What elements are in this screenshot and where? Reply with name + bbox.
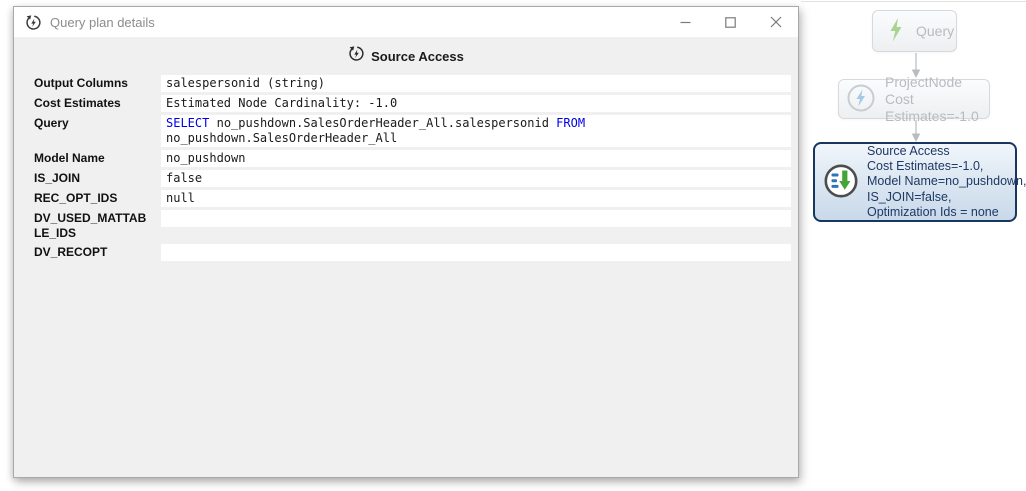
titlebar[interactable]: Query plan details: [14, 7, 798, 37]
maximize-button[interactable]: [708, 7, 753, 37]
node-detail: Optimization Ids = none: [867, 205, 1026, 220]
minimize-button[interactable]: [663, 7, 708, 37]
property-value: Estimated Node Cardinality: -1.0: [161, 95, 791, 112]
dialog-content: Source Access Output Columns salesperson…: [14, 37, 798, 261]
property-row: Output Columns salespersonid (string): [21, 75, 791, 92]
property-value: false: [161, 170, 791, 187]
query-plan-icon: [348, 45, 365, 67]
property-table: Output Columns salespersonid (string) Co…: [21, 75, 791, 261]
maximize-icon: [725, 17, 736, 28]
property-label: Output Columns: [21, 75, 161, 91]
property-row: IS_JOIN false: [21, 170, 791, 187]
property-value: no_pushdown: [161, 150, 791, 167]
node-detail: Cost Estimates=-1.0,: [867, 159, 1026, 174]
property-row: Cost Estimates Estimated Node Cardinalit…: [21, 95, 791, 112]
property-label: Cost Estimates: [21, 95, 161, 111]
property-row: DV_RECOPT: [21, 244, 791, 261]
window-title: Query plan details: [50, 15, 663, 30]
property-value: [161, 244, 791, 261]
property-value: null: [161, 190, 791, 207]
property-row: REC_OPT_IDS null: [21, 190, 791, 207]
property-label: DV_RECOPT: [21, 244, 161, 260]
table-download-circle-icon: [822, 162, 860, 203]
node-title: Source Access: [867, 144, 1026, 159]
property-value-sql: SELECT no_pushdown.SalesOrderHeader_All.…: [161, 115, 791, 147]
node-label: Query: [916, 23, 954, 39]
property-label: IS_JOIN: [21, 170, 161, 186]
node-detail: IS_JOIN=false,: [867, 190, 1026, 205]
query-plan-icon: [25, 14, 42, 31]
node-subtitle: Cost Estimates=-1.0: [885, 91, 989, 125]
property-label: Model Name: [21, 150, 161, 166]
property-row: Model Name no_pushdown: [21, 150, 791, 167]
lightning-bolt-blue-circle-icon: [846, 83, 876, 116]
panel-top-border: [801, 1, 1026, 2]
property-value: salespersonid (string): [161, 75, 791, 92]
header-title: Source Access: [371, 49, 464, 64]
close-button[interactable]: [753, 7, 798, 37]
query-plan-details-dialog: Query plan details: [13, 6, 799, 478]
diagram-node-query[interactable]: Query: [872, 10, 957, 52]
property-row: DV_USED_MATTABLE_IDS: [21, 210, 791, 241]
property-label: Query: [21, 115, 161, 131]
property-value: [161, 210, 791, 227]
lightning-bolt-green-icon: [885, 16, 907, 47]
connector-arrow: [910, 120, 922, 143]
node-detail: Model Name=no_pushdown,: [867, 174, 1026, 189]
property-label: REC_OPT_IDS: [21, 190, 161, 206]
property-label: DV_USED_MATTABLE_IDS: [21, 210, 161, 241]
diagram-node-projectnode[interactable]: ProjectNode Cost Estimates=-1.0: [838, 79, 990, 119]
sql-text: no_pushdown.SalesOrderHeader_All.salespe…: [217, 116, 549, 130]
minimize-icon: [680, 17, 691, 28]
property-row: Query SELECT no_pushdown.SalesOrderHeade…: [21, 115, 791, 147]
sql-keyword: FROM: [556, 116, 585, 130]
diagram-node-source-access[interactable]: Source Access Cost Estimates=-1.0, Model…: [813, 142, 1017, 222]
sql-keyword: SELECT: [166, 116, 209, 130]
node-title: ProjectNode: [885, 74, 989, 91]
close-icon: [770, 16, 782, 28]
sql-text: no_pushdown.SalesOrderHeader_All: [166, 131, 786, 146]
source-access-header: Source Access: [14, 45, 798, 67]
